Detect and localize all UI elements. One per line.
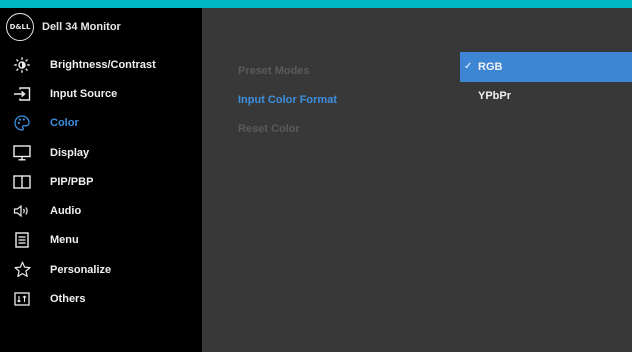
color-submenu: Preset Modes Input Color Format Reset Co… [238, 56, 458, 144]
menu-item-pip-pbp[interactable]: PIP/PBP [0, 167, 202, 196]
option-label: YPbPr [478, 90, 512, 103]
menu-item-label: Others [50, 293, 86, 306]
menu-item-menu[interactable]: Menu [0, 226, 202, 255]
menu-item-label: Display [50, 146, 90, 159]
input-color-format-options: ✓ RGB YPbPr [460, 52, 632, 111]
osd-sidebar: D&LL Dell 34 Monitor Brightness/Contrast… [0, 8, 202, 352]
menu-item-others[interactable]: Others [0, 284, 202, 313]
menu-item-audio[interactable]: Audio [0, 196, 202, 225]
submenu-item-input-color-format[interactable]: Input Color Format [238, 85, 458, 114]
input-source-icon [12, 85, 32, 103]
dell-logo-text: D&LL [9, 23, 31, 31]
checkmark-icon: ✓ [464, 60, 473, 72]
menu-item-display[interactable]: Display [0, 138, 202, 167]
dell-logo: D&LL [6, 13, 34, 41]
menu-item-label: Audio [50, 205, 82, 218]
menu-item-label: Input Source [50, 87, 118, 100]
osd-content: Preset Modes Input Color Format Reset Co… [202, 8, 632, 352]
brightness-icon [12, 56, 32, 74]
option-label: RGB [478, 60, 503, 73]
menu-item-label: Menu [50, 234, 79, 247]
menu-item-label: Personalize [50, 263, 112, 276]
option-ypbpr[interactable]: YPbPr [460, 82, 632, 112]
audio-icon [12, 202, 32, 220]
brand-header: D&LL Dell 34 Monitor [0, 8, 202, 46]
option-rgb[interactable]: ✓ RGB [460, 52, 632, 82]
others-icon [12, 290, 32, 308]
monitor-osd: D&LL Dell 34 Monitor Brightness/Contrast… [0, 8, 632, 352]
display-icon [12, 144, 32, 162]
menu-item-brightness-contrast[interactable]: Brightness/Contrast [0, 50, 202, 79]
menu-icon [12, 231, 32, 249]
color-palette-icon [12, 114, 32, 132]
monitor-title: Dell 34 Monitor [42, 21, 121, 33]
submenu-item-preset-modes[interactable]: Preset Modes [238, 56, 458, 85]
menu-item-personalize[interactable]: Personalize [0, 255, 202, 284]
menu-item-label: PIP/PBP [50, 175, 94, 188]
main-menu: Brightness/Contrast Input Source Color D… [0, 50, 202, 314]
pip-pbp-icon [12, 173, 32, 191]
menu-item-color[interactable]: Color [0, 109, 202, 138]
menu-item-input-source[interactable]: Input Source [0, 79, 202, 108]
menu-item-label: Color [50, 117, 79, 130]
star-icon [12, 261, 32, 279]
submenu-item-reset-color[interactable]: Reset Color [238, 115, 458, 144]
menu-item-label: Brightness/Contrast [50, 58, 156, 71]
